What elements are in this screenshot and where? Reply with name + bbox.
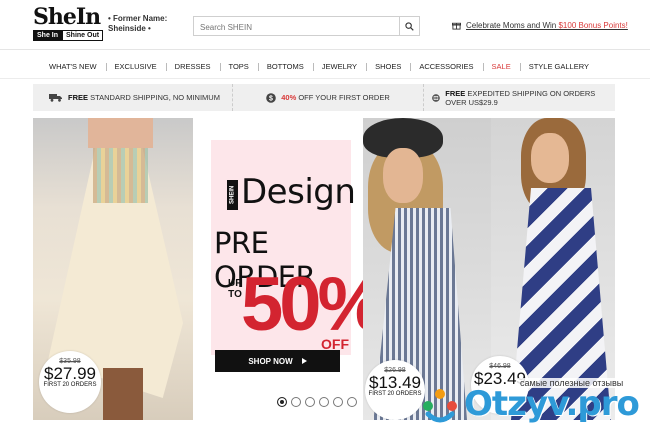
model-legs [103,368,143,420]
promo-amount: $100 Bonus Points! [558,21,628,30]
hero-banner[interactable]: SHEIN Design PRE ORDER UP TO 50% OFF SHO… [33,118,615,420]
carousel-dot-6[interactable] [347,397,357,407]
shipping-standard-detail: STANDARD SHIPPING, NO MINIMUM [88,93,220,102]
box-icon [432,93,441,102]
truck-icon [49,94,62,102]
shipping-discount-text: 40% OFF YOUR FIRST ORDER [281,93,390,102]
price-new: $13.49 [369,373,421,392]
former-name-note: • Former Name: Sheinside • [108,14,167,34]
watermark-text: Otzyv.pro [464,384,640,424]
price-note: FIRST 20 ORDERS [43,382,97,388]
logo-tag-dark: She In [33,30,63,41]
price-tag-skirt[interactable]: $35.98 $27.99 FIRST 20 ORDERS [39,351,101,413]
shipping-standard[interactable]: FREE STANDARD SHIPPING, NO MINIMUM [33,84,232,111]
dollar-icon: $ [266,92,277,103]
nav-item-dresses[interactable]: DRESSES [165,62,220,71]
carousel-dot-1[interactable] [277,397,287,407]
logo-tag-light: Shine Out [62,30,104,41]
model-face [531,133,569,183]
nav-item-jewelry[interactable]: JEWELRY [312,62,366,71]
search-box [193,16,420,37]
otzyv-watermark: самые полезные отзывы Otzyv.pro [420,378,650,430]
nav-item-accessories[interactable]: ACCESSORIES [410,62,482,71]
carousel-dot-4[interactable] [319,397,329,407]
shop-now-label: SHOP NOW [248,356,293,366]
search-input[interactable] [194,18,399,37]
logo-word: SheIn [33,4,101,30]
carousel-dot-3[interactable] [305,397,315,407]
carousel-dot-2[interactable] [291,397,301,407]
gift-icon [452,22,461,30]
discount-detail: OFF YOUR FIRST ORDER [296,93,390,102]
promo-percent: 50% [241,262,385,347]
search-icon [405,21,414,31]
shipping-discount[interactable]: $ 40% OFF YOUR FIRST ORDER [231,84,424,111]
otzyv-logo-icon [423,389,457,423]
shipping-standard-bold: FREE [68,93,89,102]
shein-badge: SHEIN [227,180,238,210]
shein-logo[interactable]: SheIn She In Shine Out [33,6,105,44]
former-name-line2: Sheinside • [108,24,151,33]
price-note: FIRST 20 ORDERS [368,391,422,397]
promo-link[interactable]: Celebrate Moms and Win $100 Bonus Points… [452,21,628,30]
carousel-dot-5[interactable] [333,397,343,407]
model-torso [88,118,153,148]
shipping-standard-text: FREE STANDARD SHIPPING, NO MINIMUM [68,93,220,102]
nav-item-bottoms[interactable]: BOTTOMS [257,62,313,71]
nav-item-sale[interactable]: SALE [482,62,520,71]
nav-item-exclusive[interactable]: EXCLUSIVE [105,62,166,71]
former-name-line1: • Former Name: [108,14,168,23]
preorder-promo-panel: SHEIN Design PRE ORDER UP TO 50% OFF SHO… [193,118,385,420]
shipping-expedited-text: FREE EXPEDITED SHIPPING ON ORDERS OVER U… [445,89,607,107]
shipping-bar: FREE STANDARD SHIPPING, NO MINIMUM $ 40%… [33,84,615,111]
promo-text[interactable]: Celebrate Moms and Win $100 Bonus Points… [466,21,628,30]
price-tag-striped-dress[interactable]: $26.98 $13.49 FIRST 20 ORDERS [365,360,425,420]
shop-now-button[interactable]: SHOP NOW [215,350,340,372]
price-new: $27.99 [44,364,96,383]
shipping-expedited-detail: EXPEDITED SHIPPING ON ORDERS OVER US$29.… [445,88,596,107]
promo-design-heading: Design [241,172,356,212]
promo-prefix: Celebrate Moms and Win [466,21,559,30]
shipping-expedited[interactable]: FREE EXPEDITED SHIPPING ON ORDERS OVER U… [423,84,615,111]
header: SheIn She In Shine Out • Former Name: Sh… [0,0,650,50]
svg-text:$: $ [269,95,273,102]
search-button[interactable] [399,17,419,35]
main-nav: WHAT'S NEW EXCLUSIVE DRESSES TOPS BOTTOM… [0,55,650,79]
nav-item-shoes[interactable]: SHOES [366,62,410,71]
nav-item-whats-new[interactable]: WHAT'S NEW [40,62,106,71]
logo-tagline: She In Shine Out [33,30,105,41]
skirt-pattern [93,148,148,203]
carousel-dots [277,397,357,407]
model-face [383,148,423,203]
discount-percent: 40% [281,93,297,102]
nav-item-tops[interactable]: TOPS [219,62,258,71]
nav-item-style-gallery[interactable]: STYLE GALLERY [519,62,598,71]
shipping-expedited-bold: FREE [445,88,466,98]
play-arrow-icon [301,358,307,364]
promo-background: SHEIN Design PRE ORDER UP TO 50% OFF [211,140,385,355]
